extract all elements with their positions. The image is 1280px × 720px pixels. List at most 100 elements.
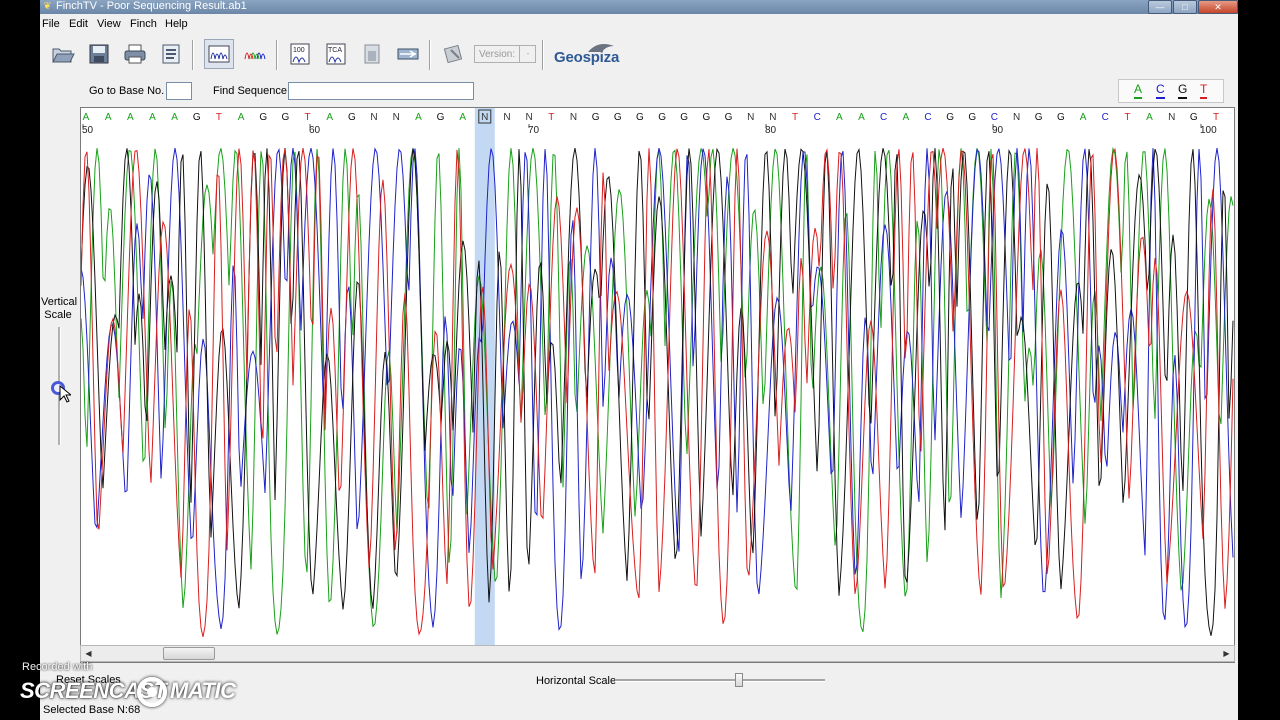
base-call-label[interactable]: A bbox=[1080, 112, 1087, 123]
svg-text:TCA: TCA bbox=[328, 47, 342, 54]
recorded-with-text: Recorded with bbox=[22, 661, 93, 673]
base-call-label[interactable]: G bbox=[1057, 112, 1065, 123]
base-call-label[interactable]: T bbox=[792, 112, 798, 123]
menu-edit[interactable]: Edit bbox=[69, 18, 88, 30]
base-call-label[interactable]: C bbox=[814, 112, 821, 123]
print-icon[interactable] bbox=[120, 39, 150, 69]
toolbar-separator bbox=[542, 40, 544, 70]
base-call-label[interactable]: G bbox=[658, 112, 666, 123]
trace-view-icon[interactable] bbox=[204, 39, 234, 69]
database-icon[interactable] bbox=[438, 39, 468, 69]
menu-help[interactable]: Help bbox=[165, 18, 188, 30]
base-call-label[interactable]: G bbox=[636, 112, 644, 123]
base-call-label[interactable]: C bbox=[924, 112, 931, 123]
base-call-label[interactable]: G bbox=[193, 112, 201, 123]
base-call-label[interactable]: G bbox=[614, 112, 622, 123]
matic-text: MATIC bbox=[170, 678, 236, 703]
base-call-label[interactable]: N bbox=[1168, 112, 1175, 123]
base-call-label[interactable]: T bbox=[305, 112, 311, 123]
horizontal-scale-slider[interactable] bbox=[735, 673, 743, 687]
base-call-label[interactable]: A bbox=[83, 112, 90, 123]
vertical-scale-label: Vertical Scale bbox=[41, 296, 78, 321]
menu-finch[interactable]: Finch bbox=[130, 18, 157, 30]
base-call-label[interactable]: N bbox=[1013, 112, 1020, 123]
legend-g: G bbox=[1178, 82, 1188, 99]
save-disk-icon[interactable] bbox=[84, 39, 114, 69]
base-call-label[interactable]: G bbox=[703, 112, 711, 123]
base-color-legend: A C G T bbox=[1118, 79, 1224, 103]
base-call-label[interactable]: G bbox=[725, 112, 733, 123]
base-call-label[interactable]: A bbox=[459, 112, 466, 123]
finch-app-icon: ❦ bbox=[43, 1, 52, 12]
find-sequence-input[interactable] bbox=[288, 82, 474, 100]
minimize-button[interactable]: — bbox=[1148, 0, 1172, 14]
base-call-label[interactable]: A bbox=[105, 112, 112, 123]
go-to-base-input[interactable] bbox=[166, 82, 192, 100]
base-call-label[interactable]: G bbox=[348, 112, 356, 123]
chromatogram-panel[interactable]: AAAAAGTAGGTAGNNAGANNNTNGGGGGGGNNTCAACACG… bbox=[80, 107, 1235, 663]
horizontal-scale-track bbox=[615, 679, 825, 682]
ruler-position-label: 100 bbox=[1200, 125, 1217, 136]
base-call-label[interactable]: A bbox=[149, 112, 156, 123]
base-call-label[interactable]: G bbox=[259, 112, 267, 123]
base-call-label[interactable]: A bbox=[836, 112, 843, 123]
base-call-label[interactable]: C bbox=[880, 112, 887, 123]
horizontal-scroll-thumb[interactable] bbox=[163, 647, 215, 660]
base-call-label[interactable]: C bbox=[991, 112, 998, 123]
base-call-label[interactable]: T bbox=[1213, 112, 1219, 123]
legend-c: C bbox=[1156, 82, 1165, 99]
ruler-position-label: 70 bbox=[528, 125, 540, 136]
legend-t-label: T bbox=[1200, 82, 1208, 96]
legend-a-swatch bbox=[1134, 97, 1143, 99]
base-call-label[interactable]: A bbox=[1146, 112, 1153, 123]
info-icon[interactable] bbox=[156, 39, 186, 69]
base-call-label[interactable]: G bbox=[680, 112, 688, 123]
legend-c-label: C bbox=[1156, 82, 1165, 96]
menu-file[interactable]: File bbox=[42, 18, 60, 30]
bar-icon[interactable] bbox=[357, 39, 387, 69]
ruler-position-label: 90 bbox=[992, 125, 1004, 136]
base-call-label[interactable]: N bbox=[370, 112, 377, 123]
base-call-label[interactable]: N bbox=[747, 112, 754, 123]
base-call-label[interactable]: T bbox=[216, 112, 222, 123]
base-call-label[interactable]: N bbox=[393, 112, 400, 123]
multi-trace-view-icon[interactable] bbox=[240, 39, 270, 69]
geospiza-bird-icon bbox=[588, 44, 614, 52]
ruler-position-label: 80 bbox=[765, 125, 777, 136]
base-call-label[interactable]: A bbox=[127, 112, 134, 123]
scroll-right-arrow-icon[interactable]: ▶ bbox=[1219, 646, 1234, 661]
base-call-label[interactable]: N bbox=[503, 112, 510, 123]
base-call-label[interactable]: T bbox=[1124, 112, 1130, 123]
base-call-label[interactable]: G bbox=[1035, 112, 1043, 123]
tca-icon[interactable]: TCA bbox=[321, 39, 351, 69]
base-call-label[interactable]: G bbox=[1190, 112, 1198, 123]
base-call-label[interactable]: N bbox=[570, 112, 577, 123]
base-call-label[interactable]: A bbox=[858, 112, 865, 123]
horizontal-scale-label: Horizontal Scale bbox=[536, 675, 617, 687]
base-call-label[interactable]: C bbox=[1102, 112, 1109, 123]
base-call-label[interactable]: T bbox=[548, 112, 554, 123]
base-call-label[interactable]: N bbox=[525, 112, 532, 123]
close-button[interactable]: ✕ bbox=[1198, 0, 1238, 14]
open-folder-icon[interactable] bbox=[48, 39, 78, 69]
scroll-left-arrow-icon[interactable]: ◀ bbox=[81, 646, 96, 661]
base-call-label[interactable]: A bbox=[902, 112, 909, 123]
chromatogram-background bbox=[81, 108, 1234, 646]
base-call-label[interactable]: G bbox=[437, 112, 445, 123]
base-call-label[interactable]: A bbox=[171, 112, 178, 123]
base-call-label[interactable]: N bbox=[481, 112, 488, 123]
legend-t: T bbox=[1200, 82, 1208, 99]
menu-view[interactable]: View bbox=[97, 18, 121, 30]
base-call-label[interactable]: A bbox=[238, 112, 245, 123]
base-call-label[interactable]: A bbox=[415, 112, 422, 123]
base-call-label[interactable]: G bbox=[282, 112, 290, 123]
quality-100-icon[interactable]: 100 bbox=[285, 39, 315, 69]
base-call-label[interactable]: G bbox=[946, 112, 954, 123]
version-dropdown-button[interactable]: - bbox=[519, 45, 536, 63]
base-call-label[interactable]: G bbox=[968, 112, 976, 123]
base-call-label[interactable]: G bbox=[592, 112, 600, 123]
base-call-label[interactable]: N bbox=[769, 112, 776, 123]
export-icon[interactable] bbox=[393, 39, 423, 69]
base-call-label[interactable]: A bbox=[326, 112, 333, 123]
maximize-button[interactable]: □ bbox=[1173, 0, 1197, 14]
